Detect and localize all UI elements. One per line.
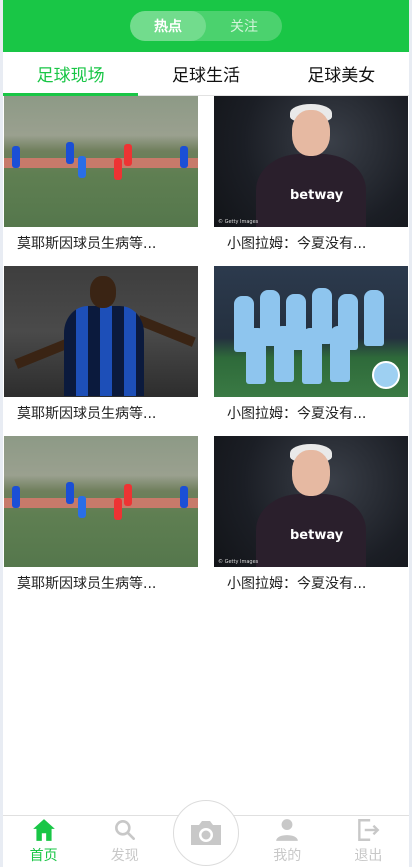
nav-camera	[165, 800, 246, 867]
news-card[interactable]: 小图拉姆：今夏没有...	[214, 266, 408, 436]
nav-home[interactable]: 首页	[3, 816, 84, 867]
logout-icon	[358, 819, 380, 841]
news-card[interactable]: betway © Getty Images 小图拉姆：今夏没有...	[214, 436, 408, 606]
sponsor-logo: betway	[290, 188, 344, 203]
home-icon	[32, 819, 55, 841]
field-track	[4, 498, 198, 508]
news-thumbnail: betway © Getty Images	[214, 96, 408, 227]
team-member	[302, 328, 322, 384]
field-track	[4, 158, 198, 168]
coach-face	[292, 110, 330, 156]
player-figure	[78, 496, 86, 518]
feed-switch: 热点 关注	[130, 11, 282, 41]
player-figure	[124, 144, 132, 166]
player-figure	[12, 486, 20, 508]
user-icon	[276, 819, 299, 841]
bottom-nav: 首页 发现 我的 退出	[3, 800, 409, 867]
player-figure	[124, 484, 132, 506]
news-thumbnail	[214, 266, 408, 397]
search-icon	[114, 820, 135, 840]
news-thumbnail	[4, 436, 198, 567]
sponsor-logo: betway	[290, 528, 344, 543]
nav-mine-label: 我的	[273, 848, 302, 864]
player-figure	[12, 146, 20, 168]
news-card[interactable]: betway © Getty Images 小图拉姆：今夏没有...	[214, 96, 408, 266]
player-figure	[114, 158, 122, 180]
news-caption: 小图拉姆：今夏没有...	[227, 576, 367, 592]
news-thumbnail	[4, 266, 198, 397]
team-member	[246, 328, 266, 384]
nav-discover-label: 发现	[110, 848, 139, 864]
player-figure	[180, 146, 188, 168]
nav-home-label: 首页	[29, 848, 58, 864]
segment-follow[interactable]: 关注	[206, 11, 282, 41]
news-card[interactable]: 莫耶斯因球员生病等...	[4, 266, 198, 436]
category-tabs: 足球现场 足球生活 足球美女	[3, 52, 409, 96]
news-thumbnail	[4, 96, 198, 227]
tab-football-scene[interactable]: 足球现场	[3, 52, 139, 96]
player-figure	[66, 142, 74, 164]
team-member	[364, 290, 384, 346]
news-thumbnail: betway © Getty Images	[214, 436, 408, 567]
news-caption: 莫耶斯因球员生病等...	[17, 406, 157, 422]
news-card[interactable]: 莫耶斯因球员生病等...	[4, 436, 198, 606]
tab-football-life[interactable]: 足球生活	[138, 52, 273, 95]
nav-logout-label: 退出	[354, 848, 383, 864]
club-badge	[372, 361, 400, 389]
team-member	[274, 326, 294, 382]
news-caption: 莫耶斯因球员生病等...	[17, 576, 157, 592]
news-grid: 莫耶斯因球员生病等... betway © Getty Images 小图拉姆：…	[3, 96, 409, 606]
player-arm	[136, 315, 196, 347]
top-header: 热点 关注	[3, 0, 409, 52]
player-figure	[180, 486, 188, 508]
player-face	[90, 276, 116, 308]
coach-face	[292, 450, 330, 496]
news-card[interactable]: 莫耶斯因球员生病等...	[4, 96, 198, 266]
player-shirt	[64, 306, 144, 396]
player-figure	[114, 498, 122, 520]
nav-mine[interactable]: 我的	[247, 816, 328, 867]
nav-logout[interactable]: 退出	[328, 816, 409, 867]
app-screen: 热点 关注 足球现场 足球生活 足球美女 莫耶斯因球员生病等... betway…	[3, 0, 409, 867]
player-figure	[66, 482, 74, 504]
photo-credit: © Getty Images	[218, 219, 259, 225]
news-caption: 小图拉姆：今夏没有...	[227, 236, 367, 252]
news-caption: 小图拉姆：今夏没有...	[227, 406, 367, 422]
camera-icon	[191, 821, 221, 845]
segment-hot[interactable]: 热点	[130, 11, 206, 41]
player-figure	[78, 156, 86, 178]
photo-credit: © Getty Images	[218, 559, 259, 565]
nav-discover[interactable]: 发现	[84, 816, 165, 867]
news-caption: 莫耶斯因球员生病等...	[17, 236, 157, 252]
camera-button[interactable]	[173, 800, 239, 866]
tab-football-beauty[interactable]: 足球美女	[274, 52, 409, 95]
team-member	[330, 326, 350, 382]
